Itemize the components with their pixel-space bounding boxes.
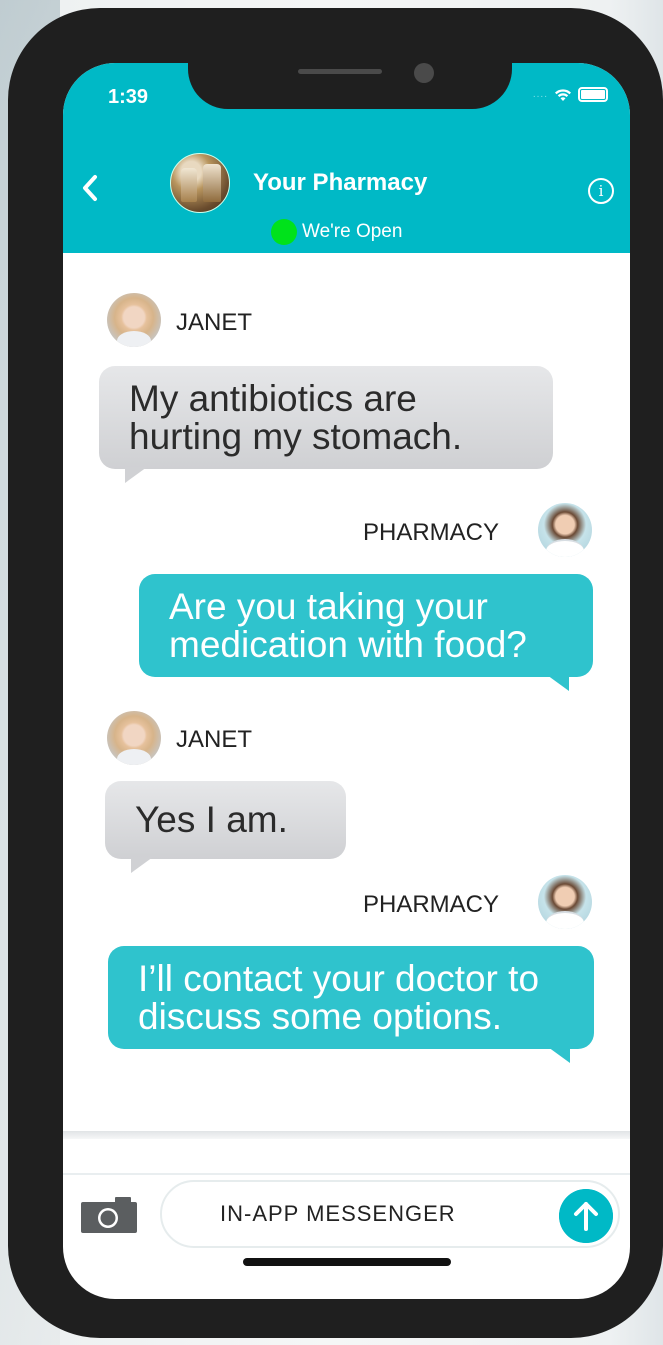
sender-name: PHARMACY [363, 519, 500, 546]
info-icon[interactable]: i [588, 178, 614, 204]
home-indicator [243, 1258, 451, 1266]
chat-title: Your Pharmacy [253, 169, 428, 196]
janet-avatar [107, 293, 161, 347]
pharmacy-avatar [170, 153, 230, 213]
message-line: My antibiotics are [129, 378, 417, 419]
bubble-tail [547, 675, 569, 691]
pharmacist-avatar [538, 503, 592, 557]
sender-name: JANET [176, 309, 253, 336]
message-line: medication with food? [169, 624, 527, 665]
footer-line [63, 1173, 630, 1175]
status-time: 1:39 [108, 86, 149, 108]
speaker-grille [298, 69, 382, 74]
app-screen: 1:39 .... Your Pharmacy We're Open i JAN… [63, 63, 630, 1299]
open-status-text: We're Open [302, 221, 403, 242]
chat-header: 1:39 .... Your Pharmacy We're Open i [63, 63, 630, 253]
bubble-tail [125, 467, 147, 483]
message-bubble: I’ll contact your doctor to discuss some… [108, 946, 594, 1049]
status-icons: .... [533, 87, 608, 102]
phone-frame: 1:39 .... Your Pharmacy We're Open i JAN… [8, 8, 663, 1338]
wifi-icon [555, 88, 571, 101]
message-line: Are you taking your [169, 586, 488, 627]
phone-notch [188, 63, 512, 109]
send-button[interactable] [559, 1189, 613, 1243]
pharmacist-avatar [538, 875, 592, 929]
battery-icon [578, 87, 608, 102]
online-status-dot [271, 219, 297, 245]
chevron-left-icon[interactable] [79, 173, 101, 203]
camera-icon[interactable] [79, 1195, 139, 1235]
message-bubble: Yes I am. [105, 781, 346, 859]
message-line: Yes I am. [135, 799, 288, 840]
message-line: discuss some options. [138, 996, 503, 1037]
message-line: hurting my stomach. [129, 416, 463, 457]
front-camera [414, 63, 434, 83]
message-line: I’ll contact your doctor to [138, 958, 540, 999]
sender-name: PHARMACY [363, 891, 500, 918]
sender-name: JANET [176, 726, 253, 753]
bubble-tail [131, 857, 153, 873]
janet-avatar [107, 711, 161, 765]
signal-icon: .... [532, 89, 548, 100]
message-bubble: My antibiotics are hurting my stomach. [99, 366, 553, 469]
bubble-tail [548, 1047, 570, 1063]
message-bubble: Are you taking your medication with food… [139, 574, 593, 677]
open-status: We're Open [271, 219, 402, 245]
composer-divider [63, 1131, 630, 1139]
message-input[interactable]: IN-APP MESSENGER [160, 1180, 620, 1248]
